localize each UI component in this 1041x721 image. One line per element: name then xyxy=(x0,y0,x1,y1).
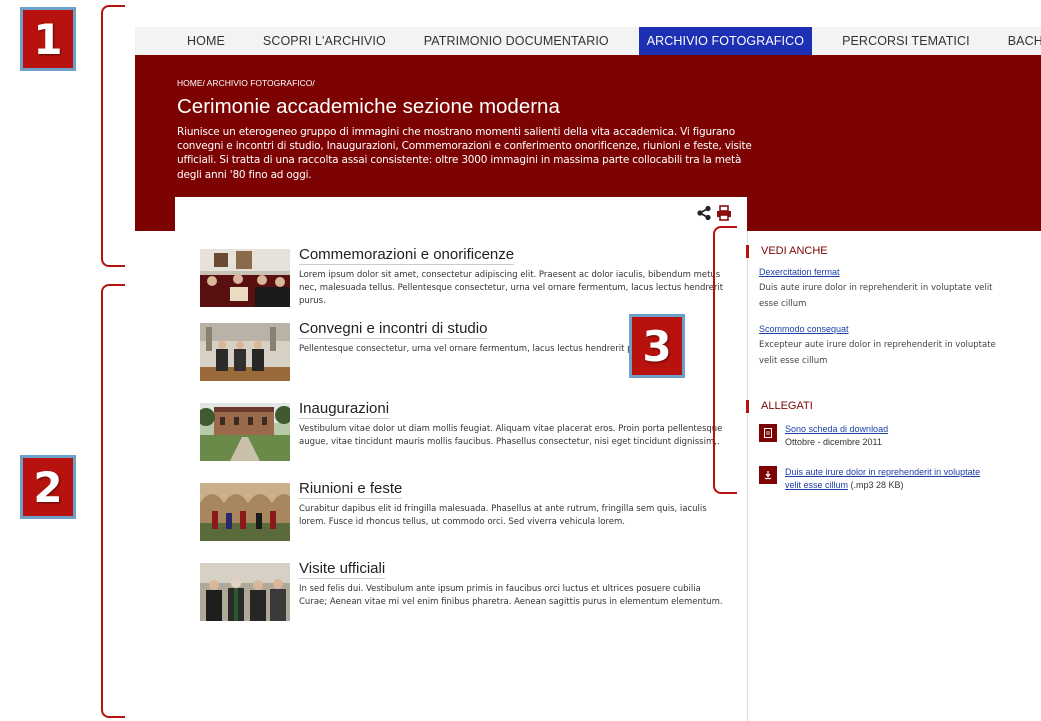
entry-title[interactable]: Inaugurazioni xyxy=(299,400,390,419)
see-also-heading: VEDI ANCHE xyxy=(746,245,828,258)
entry-title[interactable]: Convegni e incontri di studio xyxy=(299,320,488,339)
attachment-link-label[interactable]: Sono scheda di download xyxy=(785,424,888,434)
nav-item-home[interactable]: HOME xyxy=(135,27,244,55)
thumbnail-image[interactable] xyxy=(200,563,290,621)
main-nav: HOME SCOPRI L'ARCHIVIO PATRIMONIO DOCUME… xyxy=(135,27,1041,55)
entry-description: Curabitur dapibus elit id fringilla male… xyxy=(299,504,707,527)
attachment-date: Ottobre - dicembre 2011 xyxy=(785,437,882,447)
attachment-link[interactable]: Duis aute irure dolor in reprehenderit i… xyxy=(785,466,985,492)
nav-item-percorsi-tematici[interactable]: PERCORSI TEMATICI xyxy=(823,27,989,55)
nav-item-scopri-archivio[interactable]: SCOPRI L'ARCHIVIO xyxy=(244,27,405,55)
document-icon[interactable] xyxy=(759,424,777,442)
entry-description: Lorem ipsum dolor sit amet, consectetur … xyxy=(299,270,724,306)
thumbnail-image[interactable] xyxy=(200,323,290,381)
entry-title[interactable]: Commemorazioni e onorificenze xyxy=(299,246,515,265)
annotation-bracket-1 xyxy=(101,5,125,267)
share-icon[interactable] xyxy=(696,205,712,221)
attachment-link[interactable]: Sono scheda di download xyxy=(785,423,985,436)
entry-title[interactable]: Visite ufficiali xyxy=(299,560,386,579)
attachment-file-info: (.mp3 28 KB) xyxy=(848,480,904,490)
main-content: Commemorazioni e onorificenze Lorem ipsu… xyxy=(175,197,747,721)
see-also-link[interactable]: Dexercitation fermat xyxy=(759,267,840,277)
print-icon[interactable] xyxy=(716,205,732,221)
nav-item-patrimonio-documentario[interactable]: PATRIMONIO DOCUMENTARIO xyxy=(405,27,628,55)
entry-description: Vestibulum vitae dolor ut diam mollis fe… xyxy=(299,424,723,447)
thumbnail-image[interactable] xyxy=(200,249,290,307)
see-also-text: Duis aute irure dolor in reprehenderit i… xyxy=(759,283,993,309)
sidebar-divider xyxy=(747,231,748,721)
nav-item-bacheca[interactable]: BACHECA xyxy=(989,27,1041,55)
page-title: Cerimonie accademiche sezione moderna xyxy=(177,95,560,118)
page-description: Riunisce un eterogeneo gruppo di immagin… xyxy=(177,126,752,181)
download-icon[interactable] xyxy=(759,466,777,484)
thumbnail-image[interactable] xyxy=(200,483,290,541)
breadcrumb[interactable]: HOME/ ARCHIVIO FOTOGRAFICO/ xyxy=(177,78,315,88)
entry-title[interactable]: Riunioni e feste xyxy=(299,480,403,499)
nav-item-archivio-fotografico[interactable]: ARCHIVIO FOTOGRAFICO xyxy=(638,27,813,55)
see-also-text: Excepteur aute irure dolor in reprehende… xyxy=(759,340,996,366)
attachments-heading: ALLEGATI xyxy=(746,400,813,413)
annotation-bracket-3 xyxy=(713,226,737,494)
annotation-badge-2: 2 xyxy=(20,455,76,519)
see-also-link[interactable]: Scommodo consequat xyxy=(759,324,849,334)
thumbnail-image[interactable] xyxy=(200,403,290,461)
annotation-badge-1: 1 xyxy=(20,7,76,71)
annotation-bracket-2 xyxy=(101,284,125,718)
entry-description: In sed felis dui. Vestibulum ante ipsum … xyxy=(299,584,723,607)
annotation-badge-3: 3 xyxy=(629,314,685,378)
